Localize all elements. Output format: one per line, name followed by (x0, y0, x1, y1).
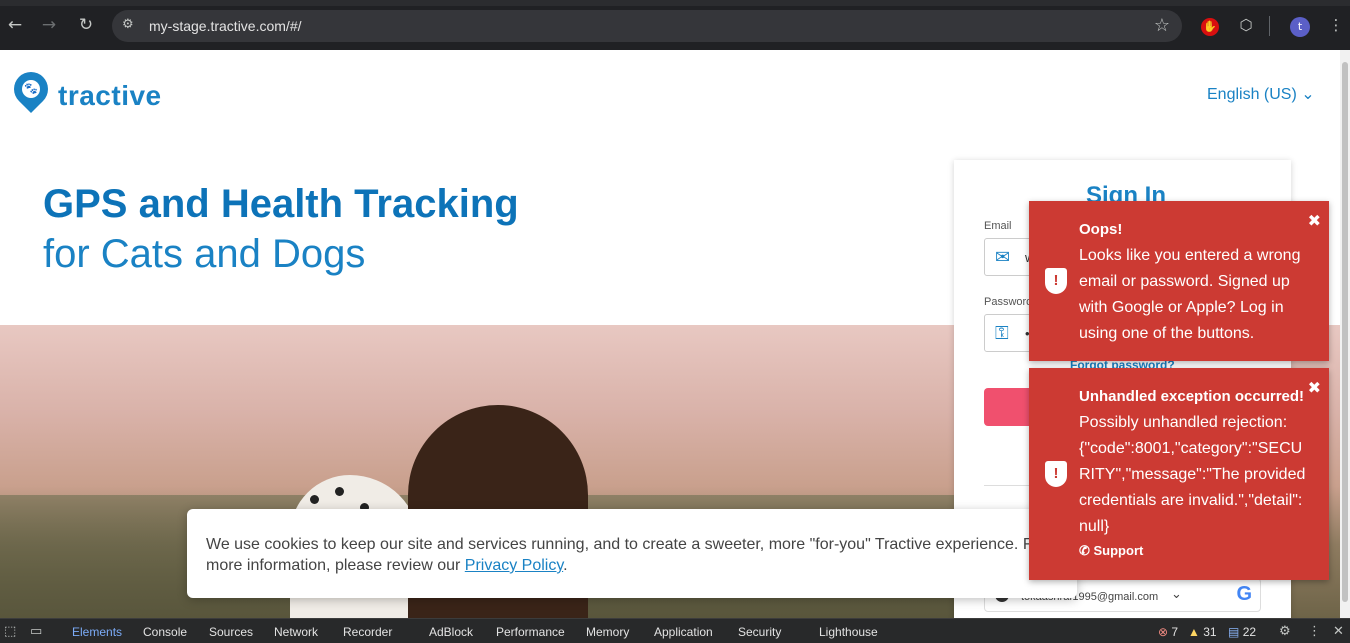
devtools-tab-performance[interactable]: Performance (496, 625, 565, 639)
toast-title: Oops! (1079, 221, 1123, 238)
reload-icon[interactable]: ↻ (75, 14, 97, 36)
logo-text: tractive (58, 80, 162, 111)
forward-icon[interactable]: → (38, 14, 60, 36)
shield-warning-icon: ! (1045, 268, 1067, 294)
devtools-tab-recorder[interactable]: Recorder (343, 625, 392, 639)
devtools-tab-security[interactable]: Security (738, 625, 781, 639)
error-toast-exception: ! ✖ Unhandled exception occurred! Possib… (1029, 368, 1329, 580)
support-link[interactable]: ✆ Support (1079, 543, 1143, 559)
devtools-tab-network[interactable]: Network (274, 625, 318, 639)
devtools-tab-sources[interactable]: Sources (209, 625, 253, 639)
close-icon[interactable]: ✖ (1308, 378, 1321, 397)
devtools-tab-memory[interactable]: Memory (586, 625, 629, 639)
key-icon: ⚿ (995, 323, 1009, 344)
avatar-letter: t (1290, 17, 1310, 37)
google-icon: G (1236, 583, 1252, 605)
devtools-tab-console[interactable]: Console (143, 625, 187, 639)
shield-warning-icon: ! (1045, 461, 1067, 487)
site-info-icon[interactable]: ⚙ (122, 17, 138, 33)
language-selector[interactable]: English (US) ⌄ (1207, 84, 1315, 104)
address-bar[interactable]: ⚙ my-stage.tractive.com/#/ ☆ (112, 10, 1182, 42)
toast-body: Unhandled exception occurred! Possibly u… (1079, 384, 1309, 540)
password-label: Password (984, 296, 1033, 308)
extensions-icon[interactable]: ⬡ (1235, 14, 1257, 36)
cookie-message: We use cookies to keep our site and serv… (206, 536, 1047, 574)
back-icon[interactable]: ← (4, 14, 26, 36)
privacy-policy-link[interactable]: Privacy Policy (465, 557, 563, 574)
message-count-value: 22 (1242, 625, 1257, 639)
devtools-tab-application[interactable]: Application (654, 625, 713, 639)
location-pin-icon: 🐾 (6, 64, 56, 114)
chevron-down-icon: ⌄ (1171, 587, 1182, 602)
warning-count-value: 31 (1203, 625, 1217, 639)
settings-gear-icon[interactable]: ⚙ (1279, 624, 1291, 639)
error-count[interactable]: ⊗ 7 (1158, 625, 1178, 639)
url-text[interactable]: my-stage.tractive.com/#/ (149, 18, 302, 34)
cookie-banner: We use cookies to keep our site and serv… (187, 509, 1077, 598)
envelope-icon: ✉ (995, 247, 1011, 268)
devtools-tab-elements[interactable]: Elements (72, 625, 122, 639)
toast-body: Oops! Looks like you entered a wrong ema… (1079, 217, 1309, 347)
warning-count[interactable]: ▲ 31 (1188, 625, 1217, 639)
inspect-element-icon[interactable]: ⬚ (4, 624, 16, 639)
more-options-icon[interactable]: ⋮ (1308, 624, 1321, 639)
error-toast-login: ! ✖ Oops! Looks like you entered a wrong… (1029, 201, 1329, 361)
devtools-tab-lighthouse[interactable]: Lighthouse (819, 625, 878, 639)
cookie-period: . (563, 557, 568, 574)
devtools-tab-adblock[interactable]: AdBlock (429, 625, 473, 639)
devtools-tabbar: ⬚ ▭ Elements Console Sources Network Rec… (0, 618, 1350, 643)
paw-icon: 🐾 (22, 80, 40, 98)
message-count[interactable]: ▤ 22 (1228, 625, 1256, 639)
cookie-text: We use cookies to keep our site and serv… (206, 534, 1056, 576)
bookmark-star-icon[interactable]: ☆ (1154, 15, 1170, 36)
toast-title: Unhandled exception occurred! (1079, 388, 1305, 405)
adblock-extension-icon[interactable]: ✋ (1199, 14, 1221, 36)
scrollbar-thumb[interactable] (1342, 62, 1348, 602)
toolbar-divider (1269, 16, 1270, 36)
error-count-value: 7 (1171, 625, 1179, 639)
browser-toolbar: ← → ↻ ⚙ my-stage.tractive.com/#/ ☆ ✋ ⬡ t… (0, 0, 1350, 50)
email-label: Email (984, 220, 1012, 232)
toast-message: Looks like you entered a wrong email or … (1079, 247, 1301, 342)
close-icon[interactable]: ✖ (1308, 211, 1321, 230)
close-devtools-icon[interactable]: ✕ (1333, 624, 1344, 639)
tab-strip (0, 0, 1350, 6)
profile-avatar[interactable]: t (1289, 14, 1311, 37)
hero-headline: GPS and Health Tracking (43, 182, 519, 226)
page-scrollbar[interactable] (1340, 50, 1350, 618)
hero-subline: for Cats and Dogs (43, 232, 366, 276)
toast-message: Possibly unhandled rejection: {"code":80… (1079, 414, 1306, 535)
browser-menu-icon[interactable]: ⋮ (1325, 14, 1347, 36)
device-toolbar-icon[interactable]: ▭ (30, 624, 42, 639)
